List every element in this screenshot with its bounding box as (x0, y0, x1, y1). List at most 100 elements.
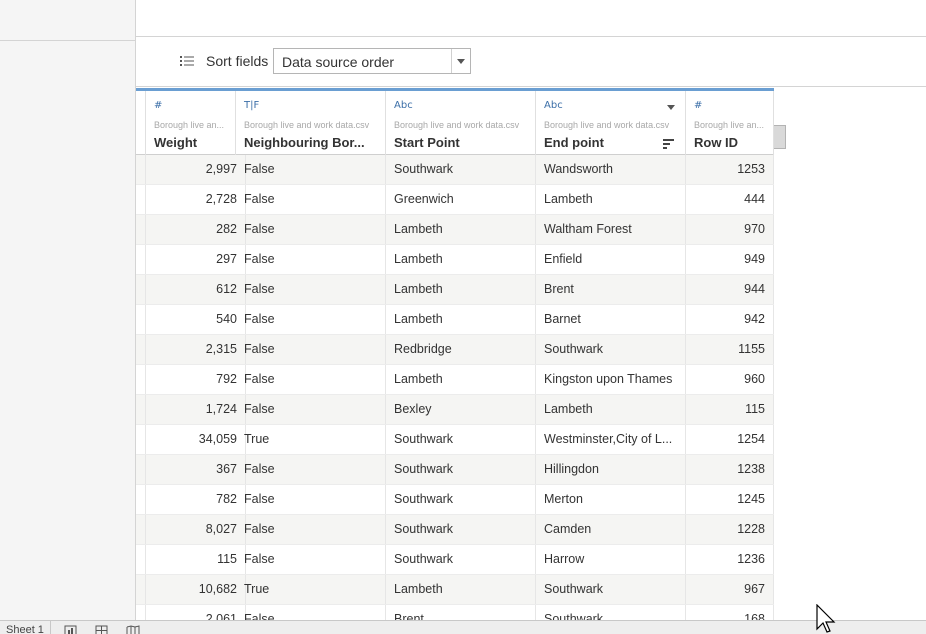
table-row[interactable]: 8,027 False Southwark Camden 1228 (136, 515, 774, 545)
cell-start-point[interactable]: Lambeth (386, 365, 536, 394)
cell-row-id[interactable]: 1254 (686, 425, 774, 454)
cell-end-point[interactable]: Lambeth (536, 395, 686, 424)
cell-weight[interactable]: 782 (146, 485, 246, 514)
cell-start-point[interactable]: Greenwich (386, 185, 536, 214)
cell-start-point[interactable]: Bexley (386, 395, 536, 424)
column-header-end-point[interactable]: Abc Borough live and work data.csv End p… (536, 91, 686, 155)
cell-row-id[interactable]: 1228 (686, 515, 774, 544)
cell-start-point[interactable]: Lambeth (386, 575, 536, 604)
cell-end-point[interactable]: Barnet (536, 305, 686, 334)
cell-row-id[interactable]: 949 (686, 245, 774, 274)
cell-neighbouring[interactable]: False (236, 245, 386, 274)
cell-row-id[interactable]: 1238 (686, 455, 774, 484)
cell-weight[interactable]: 367 (146, 455, 246, 484)
sort-fields-dropdown[interactable]: Data source order (273, 48, 471, 74)
table-row[interactable]: 2,315 False Redbridge Southwark 1155 (136, 335, 774, 365)
cell-end-point[interactable]: Wandsworth (536, 155, 686, 184)
cell-neighbouring[interactable]: False (236, 335, 386, 364)
cell-end-point[interactable]: Southwark (536, 335, 686, 364)
cell-row-id[interactable]: 115 (686, 395, 774, 424)
cell-neighbouring[interactable]: True (236, 425, 386, 454)
cell-weight[interactable]: 2,315 (146, 335, 246, 364)
column-name[interactable]: Weight (154, 135, 229, 150)
column-menu-icon[interactable] (667, 105, 675, 110)
cell-row-id[interactable]: 1155 (686, 335, 774, 364)
number-type-icon[interactable]: # (694, 100, 702, 111)
chevron-down-icon[interactable] (451, 49, 470, 73)
table-row[interactable]: 297 False Lambeth Enfield 949 (136, 245, 774, 275)
cell-neighbouring[interactable]: False (236, 485, 386, 514)
cell-weight[interactable]: 10,682 (146, 575, 246, 604)
cell-weight[interactable]: 2,997 (146, 155, 246, 184)
table-row[interactable]: 782 False Southwark Merton 1245 (136, 485, 774, 515)
boolean-type-icon[interactable]: T|F (244, 100, 259, 111)
cell-end-point[interactable]: Hillingdon (536, 455, 686, 484)
cell-weight[interactable]: 8,027 (146, 515, 246, 544)
cell-row-id[interactable]: 1236 (686, 545, 774, 574)
sheet-tab[interactable]: Sheet 1 (0, 621, 51, 634)
column-name[interactable]: Start Point (394, 135, 529, 150)
cell-end-point[interactable]: Southwark (536, 575, 686, 604)
column-header-start-point[interactable]: Abc Borough live and work data.csv Start… (386, 91, 536, 155)
cell-end-point[interactable]: Camden (536, 515, 686, 544)
cell-start-point[interactable]: Southwark (386, 155, 536, 184)
cell-neighbouring[interactable]: False (236, 305, 386, 334)
table-row[interactable]: 1,724 False Bexley Lambeth 115 (136, 395, 774, 425)
cell-end-point[interactable]: Kingston upon Thames (536, 365, 686, 394)
cell-weight[interactable]: 34,059 (146, 425, 246, 454)
table-row[interactable]: 34,059 True Southwark Westminster,City of L… (136, 425, 774, 455)
cell-weight[interactable]: 297 (146, 245, 246, 274)
cell-weight[interactable]: 115 (146, 545, 246, 574)
table-row[interactable]: 540 False Lambeth Barnet 942 (136, 305, 774, 335)
table-row[interactable]: 2,728 False Greenwich Lambeth 444 (136, 185, 774, 215)
cell-start-point[interactable]: Lambeth (386, 245, 536, 274)
cell-row-id[interactable]: 970 (686, 215, 774, 244)
column-name[interactable]: Row ID (694, 135, 767, 150)
new-dashboard-icon[interactable] (95, 624, 109, 634)
sort-icon[interactable] (663, 137, 675, 149)
cell-neighbouring[interactable]: False (236, 365, 386, 394)
cell-row-id[interactable]: 1253 (686, 155, 774, 184)
cell-start-point[interactable]: Southwark (386, 485, 536, 514)
cell-end-point[interactable]: Lambeth (536, 185, 686, 214)
cell-weight[interactable]: 2,728 (146, 185, 246, 214)
table-row[interactable]: 10,682 True Lambeth Southwark 967 (136, 575, 774, 605)
cell-end-point[interactable]: Brent (536, 275, 686, 304)
cell-weight[interactable]: 612 (146, 275, 246, 304)
column-header-weight[interactable]: # Borough live an... Weight (146, 91, 236, 155)
cell-row-id[interactable]: 942 (686, 305, 774, 334)
number-type-icon[interactable]: # (154, 100, 162, 111)
cell-weight[interactable]: 282 (146, 215, 246, 244)
cell-start-point[interactable]: Lambeth (386, 215, 536, 244)
cell-end-point[interactable]: Merton (536, 485, 686, 514)
column-name[interactable]: End point (544, 135, 679, 150)
cell-neighbouring[interactable]: True (236, 575, 386, 604)
cell-start-point[interactable]: Southwark (386, 455, 536, 484)
cell-neighbouring[interactable]: False (236, 275, 386, 304)
cell-start-point[interactable]: Southwark (386, 425, 536, 454)
cell-neighbouring[interactable]: False (236, 185, 386, 214)
table-row[interactable]: 2,997 False Southwark Wandsworth 1253 (136, 155, 774, 185)
table-row[interactable]: 367 False Southwark Hillingdon 1238 (136, 455, 774, 485)
cell-row-id[interactable]: 444 (686, 185, 774, 214)
string-type-icon[interactable]: Abc (544, 100, 563, 111)
cell-row-id[interactable]: 967 (686, 575, 774, 604)
cell-neighbouring[interactable]: False (236, 515, 386, 544)
cell-weight[interactable]: 792 (146, 365, 246, 394)
cell-neighbouring[interactable]: False (236, 155, 386, 184)
string-type-icon[interactable]: Abc (394, 100, 413, 111)
cell-neighbouring[interactable]: False (236, 395, 386, 424)
cell-start-point[interactable]: Lambeth (386, 305, 536, 334)
cell-neighbouring[interactable]: False (236, 455, 386, 484)
cell-weight[interactable]: 540 (146, 305, 246, 334)
table-row[interactable]: 282 False Lambeth Waltham Forest 970 (136, 215, 774, 245)
cell-row-id[interactable]: 960 (686, 365, 774, 394)
cell-end-point[interactable]: Enfield (536, 245, 686, 274)
cell-end-point[interactable]: Westminster,City of L... (536, 425, 686, 454)
column-header-row-id[interactable]: # Borough live an... Row ID (686, 91, 774, 155)
new-worksheet-icon[interactable] (64, 624, 78, 634)
cell-weight[interactable]: 1,724 (146, 395, 246, 424)
table-row[interactable]: 115 False Southwark Harrow 1236 (136, 545, 774, 575)
cell-start-point[interactable]: Southwark (386, 545, 536, 574)
table-row[interactable]: 792 False Lambeth Kingston upon Thames 960 (136, 365, 774, 395)
